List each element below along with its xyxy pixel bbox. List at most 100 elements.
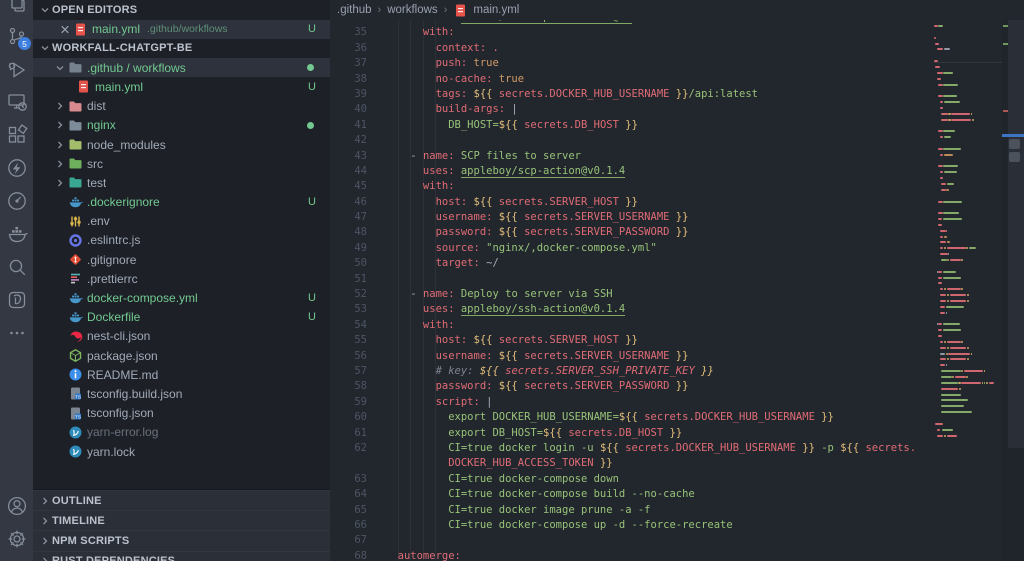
remote-explorer-icon[interactable] bbox=[0, 85, 33, 118]
extensions-icon[interactable] bbox=[0, 118, 33, 151]
code-line-61[interactable]: 61 export DB_HOST=${{ secrets.DB_HOST }} bbox=[330, 426, 934, 441]
minimap-line bbox=[937, 435, 943, 437]
line-number: 56 bbox=[330, 349, 367, 364]
minimap[interactable] bbox=[934, 0, 1004, 561]
tree-file-tsconfig-json[interactable]: TStsconfig.json bbox=[33, 404, 330, 423]
code-line-46[interactable]: 46 host: ${{ secrets.SERVER_HOST }} bbox=[330, 195, 934, 210]
code-line-54[interactable]: 54 with: bbox=[330, 318, 934, 333]
open-editor-item[interactable]: main.yml.github/workflowsU bbox=[33, 20, 330, 39]
tree-file--env[interactable]: .env bbox=[33, 212, 330, 231]
minimap-line bbox=[938, 148, 942, 150]
minimap-line bbox=[934, 37, 936, 39]
source-control-icon[interactable]: 5 bbox=[0, 19, 33, 52]
code-line-38[interactable]: 38 no-cache: true bbox=[330, 72, 934, 87]
code-line-58[interactable]: 58 password: ${{ secrets.SERVER_PASSWORD… bbox=[330, 379, 934, 394]
panel-header-outline[interactable]: OUTLINE bbox=[33, 490, 330, 510]
tree-folder-node-modules[interactable]: node_modules bbox=[33, 135, 330, 154]
code-line-36[interactable]: 36 context: . bbox=[330, 41, 934, 56]
panel-header-rust-dependencies[interactable]: RUST DEPENDENCIES bbox=[33, 551, 330, 561]
tree-folder-test[interactable]: test bbox=[33, 173, 330, 192]
code-line-64[interactable]: 64 CI=true docker-compose build --no-cac… bbox=[330, 487, 934, 502]
code-line-57[interactable]: 57 # key: ${{ secrets.SERVER_SSH_PRIVATE… bbox=[330, 364, 934, 379]
postgresql-icon[interactable] bbox=[0, 283, 33, 316]
minimap-line bbox=[969, 247, 977, 249]
tree-file--gitignore[interactable]: .gitignore bbox=[33, 250, 330, 269]
files-icon[interactable] bbox=[0, 0, 33, 19]
open-editors-header[interactable]: OPEN EDITORS bbox=[33, 0, 330, 20]
close-icon[interactable] bbox=[58, 22, 72, 37]
thunder-client-icon[interactable] bbox=[0, 151, 33, 184]
tree-file--eslintrc-js[interactable]: .eslintrc.js bbox=[33, 231, 330, 250]
code-line-55[interactable]: 55 host: ${{ secrets.SERVER_HOST }} bbox=[330, 333, 934, 348]
tree-file-package-json[interactable]: package.json bbox=[33, 346, 330, 365]
project-header[interactable]: WORKFALL-CHATGPT-BE bbox=[33, 39, 330, 59]
code-line-68[interactable]: 68 automerge: bbox=[330, 549, 934, 561]
code-line-49[interactable]: 49 source: "nginx/,docker-compose.yml" bbox=[330, 241, 934, 256]
code-line-63[interactable]: 63 CI=true docker-compose down bbox=[330, 472, 934, 487]
tree-file-tsconfig-build-json[interactable]: TStsconfig.build.json bbox=[33, 384, 330, 403]
tree-file-dockerfile[interactable]: DockerfileU bbox=[33, 308, 330, 327]
tree-file-yarn-error-log[interactable]: yarn-error.log bbox=[33, 423, 330, 442]
code-line-35[interactable]: 35 with: bbox=[330, 25, 934, 40]
code-line-67[interactable]: 67 bbox=[330, 533, 934, 548]
scrollbar-overview-ruler[interactable] bbox=[1002, 0, 1024, 561]
code-line-65[interactable]: 65 CI=true docker image prune -a -f bbox=[330, 503, 934, 518]
minimap-line bbox=[938, 323, 942, 325]
code-line-43[interactable]: 43 - name: SCP files to server bbox=[330, 149, 934, 164]
code-line-45[interactable]: 45 with: bbox=[330, 179, 934, 194]
code-text: automerge: bbox=[385, 550, 461, 561]
panel-header-timeline[interactable]: TIMELINE bbox=[33, 510, 330, 530]
tree-file-readme-md[interactable]: README.md bbox=[33, 365, 330, 384]
tree-file-yarn-lock[interactable]: yarn.lock bbox=[33, 442, 330, 461]
tool-circle-icon[interactable] bbox=[0, 184, 33, 217]
docker-icon[interactable] bbox=[0, 217, 33, 250]
code-line-47[interactable]: 47 username: ${{ secrets.SERVER_USERNAME… bbox=[330, 210, 934, 225]
code-line-51[interactable]: 51 bbox=[330, 272, 934, 287]
yarn-file-icon bbox=[67, 444, 83, 459]
ts-file-icon: TS bbox=[67, 386, 83, 401]
code-line-44[interactable]: 44 uses: appleboy/scp-action@v0.1.4 bbox=[330, 164, 934, 179]
panel-label: NPM SCRIPTS bbox=[52, 535, 129, 547]
tree-file--prettierrc[interactable]: .prettierrc bbox=[33, 269, 330, 288]
code-line-wrap[interactable]: DOCKER_HUB_ACCESS_TOKEN }} bbox=[330, 456, 934, 471]
tree-folder-dist[interactable]: dist bbox=[33, 97, 330, 116]
code-line-56[interactable]: 56 username: ${{ secrets.SERVER_USERNAME… bbox=[330, 349, 934, 364]
tree-file-main-yml[interactable]: main.ymlU bbox=[33, 77, 330, 96]
minimap-line bbox=[950, 294, 967, 296]
search-icon[interactable] bbox=[0, 250, 33, 283]
run-debug-icon[interactable] bbox=[0, 52, 33, 85]
tree-file-nest-cli-json[interactable]: nest-cli.json bbox=[33, 327, 330, 346]
code-line-40[interactable]: 40 build-args: | bbox=[330, 102, 934, 117]
code-line-48[interactable]: 48 password: ${{ secrets.SERVER_PASSWORD… bbox=[330, 225, 934, 240]
tree-file-docker-compose-yml[interactable]: docker-compose.ymlU bbox=[33, 288, 330, 307]
code-line-60[interactable]: 60 export DOCKER_HUB_USERNAME=${{ secret… bbox=[330, 410, 934, 425]
code-line-37[interactable]: 37 push: true bbox=[330, 56, 934, 71]
code-line-39[interactable]: 39 tags: ${{ secrets.DOCKER_HUB_USERNAME… bbox=[330, 87, 934, 102]
code-line-42[interactable]: 42 bbox=[330, 133, 934, 148]
scrollbar-slider[interactable] bbox=[1008, 20, 1024, 448]
code-area[interactable]: 34 uses: docker/build-push-action@v235 w… bbox=[330, 20, 934, 561]
minimap-line bbox=[940, 253, 948, 255]
tree-folder--github-workflows[interactable]: .github / workflows bbox=[33, 58, 330, 77]
tree-folder-nginx[interactable]: nginx bbox=[33, 116, 330, 135]
code-line-59[interactable]: 59 script: | bbox=[330, 395, 934, 410]
panel-header-npm-scripts[interactable]: NPM SCRIPTS bbox=[33, 530, 330, 550]
code-line-53[interactable]: 53 uses: appleboy/ssh-action@v0.1.4 bbox=[330, 302, 934, 317]
code-line-62[interactable]: 62 CI=true docker login -u ${{ secrets.D… bbox=[330, 441, 934, 456]
more-tools-icon[interactable] bbox=[0, 316, 33, 349]
breadcrumb-item--github[interactable]: .github bbox=[337, 4, 372, 16]
code-line-41[interactable]: 41 DB_HOST=${{ secrets.DB_HOST }} bbox=[330, 118, 934, 133]
breadcrumb-item-main-yml[interactable]: main.yml bbox=[453, 3, 519, 18]
tree-file--dockerignore[interactable]: .dockerignoreU bbox=[33, 193, 330, 212]
settings-gear-icon[interactable] bbox=[0, 522, 33, 555]
code-text: no-cache: true bbox=[385, 73, 524, 85]
line-number: 42 bbox=[330, 133, 367, 148]
tree-folder-src[interactable]: src bbox=[33, 154, 330, 173]
minimap-line bbox=[947, 435, 957, 437]
code-line-52[interactable]: 52 - name: Deploy to server via SSH bbox=[330, 287, 934, 302]
line-number: 62 bbox=[330, 441, 367, 456]
code-line-50[interactable]: 50 target: ~/ bbox=[330, 256, 934, 271]
account-icon[interactable] bbox=[0, 489, 33, 522]
code-line-66[interactable]: 66 CI=true docker-compose up -d --force-… bbox=[330, 518, 934, 533]
breadcrumb-item-workflows[interactable]: workflows bbox=[387, 4, 437, 16]
